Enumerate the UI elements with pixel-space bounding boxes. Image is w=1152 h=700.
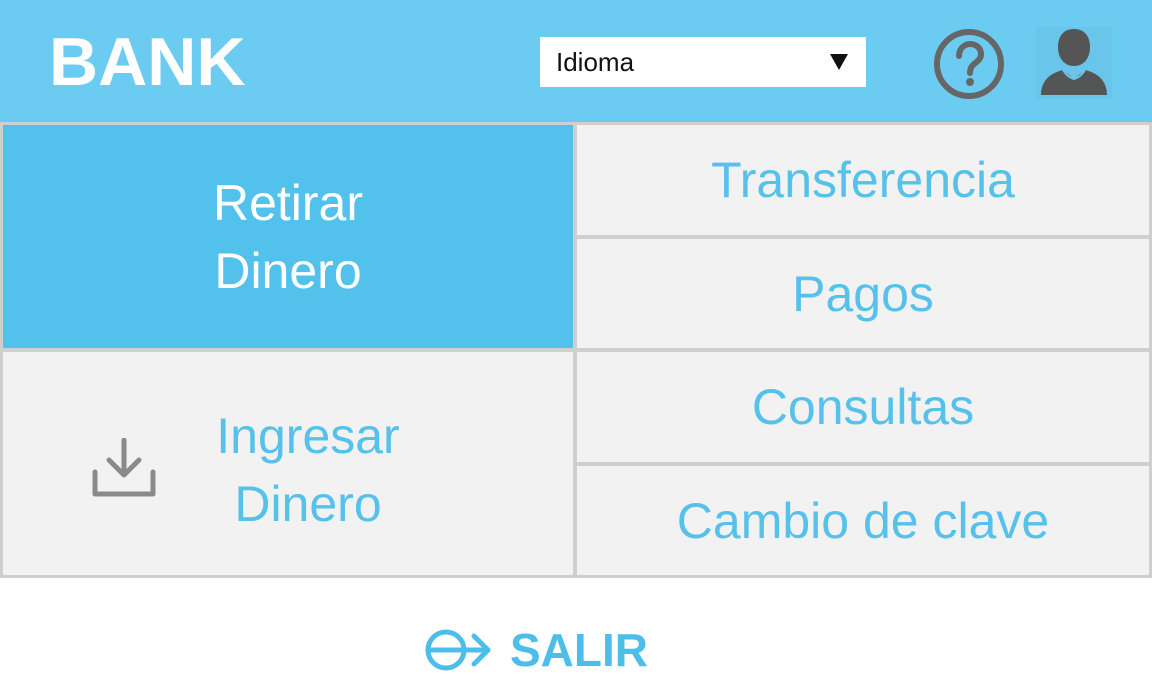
transfer-label: Transferencia — [711, 152, 1015, 208]
change-password-button[interactable]: Cambio de clave — [574, 463, 1152, 578]
bank-logo: BANK — [49, 24, 246, 100]
language-select[interactable]: Idioma — [540, 37, 866, 87]
help-button[interactable] — [932, 27, 1006, 101]
withdraw-label-line1: Retirar — [212, 174, 364, 231]
withdraw-label-line2: Dinero — [214, 242, 362, 299]
transfer-button[interactable]: Transferencia — [574, 122, 1152, 238]
user-avatar-icon — [1041, 29, 1107, 95]
language-select-value: Idioma — [556, 47, 635, 77]
deposit-money-button[interactable]: Ingresar Dinero — [0, 349, 576, 578]
payments-label: Pagos — [792, 265, 934, 322]
inquiries-label: Consultas — [751, 379, 975, 435]
exit-arrow-icon — [425, 629, 491, 671]
question-circle-icon — [934, 29, 1004, 99]
deposit-label-line1: Ingresar — [216, 408, 400, 464]
inquiries-button[interactable]: Consultas — [574, 349, 1152, 465]
logout-button[interactable]: SALIR — [424, 620, 648, 680]
logout-label: SALIR — [510, 624, 648, 676]
chevron-down-icon — [830, 54, 848, 70]
withdraw-money-button[interactable]: Retirar Dinero — [0, 122, 576, 351]
payments-button[interactable]: Pagos — [574, 236, 1152, 351]
deposit-label-line2: Dinero — [234, 476, 382, 532]
user-profile-button[interactable] — [1036, 27, 1112, 99]
change-password-label: Cambio de clave — [676, 492, 1050, 549]
app-header: BANK Idioma — [0, 0, 1152, 122]
download-icon — [92, 438, 156, 497]
